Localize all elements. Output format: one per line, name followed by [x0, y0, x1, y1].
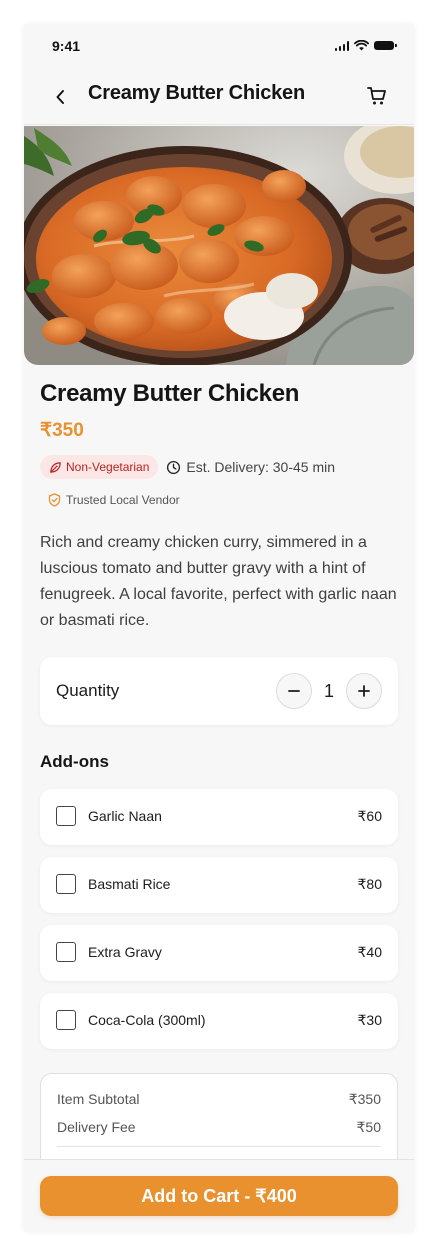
addons-title: Add-ons [40, 752, 109, 771]
addon-name: Basmati Rice [88, 876, 171, 892]
addon-name: Coca-Cola (300ml) [88, 1012, 206, 1028]
diet-badge: Non-Vegetarian [40, 455, 159, 479]
vendor-badge: Trusted Local Vendor [48, 493, 180, 507]
addon-item[interactable]: Basmati Rice ₹80 [40, 857, 398, 913]
delivery-fee-value: ₹50 [356, 1119, 381, 1135]
shield-icon [48, 493, 61, 507]
cart-button[interactable] [364, 83, 390, 109]
addon-checkbox[interactable] [56, 942, 76, 962]
back-button[interactable] [48, 84, 74, 110]
dish-tags: Non-Vegetarian Est. Delivery: 30-45 min [40, 455, 335, 479]
butter-chicken-illustration [24, 126, 414, 365]
delivery-estimate: Est. Delivery: 30-45 min [166, 459, 335, 475]
addon-checkbox[interactable] [56, 1010, 76, 1030]
addon-item[interactable]: Garlic Naan ₹60 [40, 789, 398, 845]
vendor-label: Trusted Local Vendor [66, 493, 180, 507]
delivery-fee-row: Delivery Fee ₹50 [57, 1119, 381, 1136]
addon-price: ₹60 [357, 808, 382, 824]
phone-screen: 9:41 Creamy Butter Chicken Creamy Butter… [24, 24, 414, 1232]
dish-price: ₹350 [40, 420, 84, 441]
dish-hero-image [24, 126, 414, 365]
quantity-card: Quantity 1 [40, 657, 398, 725]
increase-quantity-button[interactable] [346, 673, 382, 709]
bottom-bar: Add to Cart - ₹400 [24, 1159, 414, 1232]
status-time: 9:41 [52, 38, 81, 54]
status-bar: 9:41 [24, 24, 414, 68]
addon-price: ₹30 [357, 1012, 382, 1028]
subtotal-label: Item Subtotal [57, 1091, 140, 1107]
quantity-label: Quantity [56, 681, 120, 700]
addon-price: ₹40 [357, 944, 382, 960]
quantity-value: 1 [323, 680, 334, 701]
subtotal-row: Item Subtotal ₹350 [57, 1091, 381, 1108]
cart-icon [367, 87, 386, 105]
system-icons [334, 40, 397, 51]
addon-name: Garlic Naan [88, 808, 162, 824]
signal-icon [334, 40, 349, 51]
minus-icon [288, 690, 300, 692]
back-arrow-icon [56, 90, 64, 104]
subtotal-value: ₹350 [348, 1091, 381, 1107]
addon-checkbox[interactable] [56, 874, 76, 894]
plus-icon [358, 685, 370, 697]
addon-item[interactable]: Extra Gravy ₹40 [40, 925, 398, 981]
addon-item[interactable]: Coca-Cola (300ml) ₹30 [40, 993, 398, 1049]
dish-description: Rich and creamy chicken curry, simmered … [40, 534, 397, 629]
leaf-icon [50, 461, 61, 473]
app-header: Creamy Butter Chicken [24, 68, 414, 125]
clock-icon [167, 460, 181, 474]
delivery-label: Est. Delivery: 30-45 min [186, 459, 335, 475]
wifi-icon [354, 40, 369, 51]
dish-title: Creamy Butter Chicken [40, 380, 300, 407]
summary-divider [57, 1146, 381, 1147]
addon-price: ₹80 [357, 876, 382, 892]
quantity-stepper: 1 [275, 673, 382, 709]
decrease-quantity-button[interactable] [275, 673, 312, 709]
addon-checkbox[interactable] [56, 806, 76, 826]
header-title: Creamy Butter Chicken [88, 82, 305, 104]
add-to-cart-button[interactable]: Add to Cart - ₹400 [40, 1176, 398, 1216]
battery-icon [374, 41, 397, 50]
diet-badge-label: Non-Vegetarian [66, 460, 150, 474]
addon-name: Extra Gravy [88, 944, 162, 960]
delivery-fee-label: Delivery Fee [57, 1119, 136, 1135]
